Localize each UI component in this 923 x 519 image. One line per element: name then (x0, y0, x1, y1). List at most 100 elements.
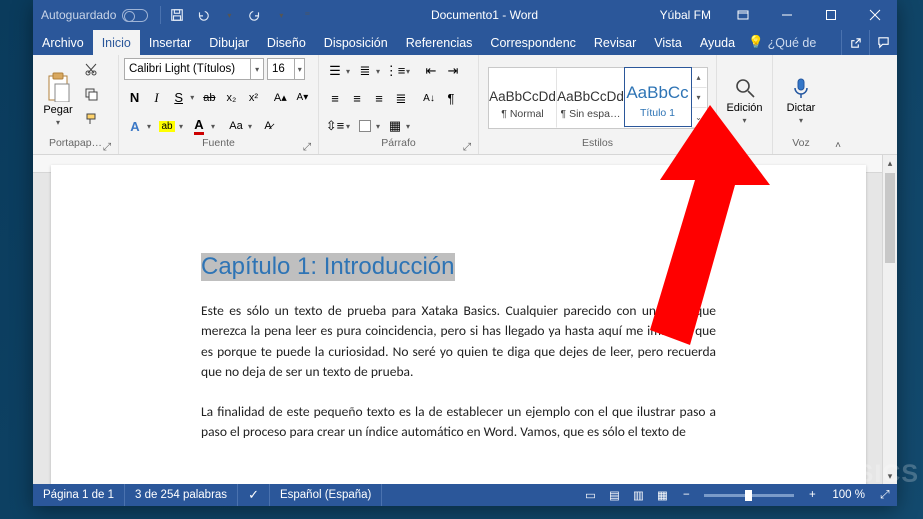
font-size-input[interactable] (268, 59, 294, 79)
document-page[interactable]: Capítulo 1: Introducción Este es sólo un… (51, 165, 866, 484)
undo-dropdown[interactable]: ▾ (217, 1, 241, 29)
font-size-combo[interactable]: ▾ (267, 58, 305, 80)
qat-customize[interactable]: ▾ (269, 1, 293, 29)
gallery-down-button[interactable]: ▾ (691, 88, 707, 108)
clear-formatting-button[interactable]: A̷ (257, 115, 279, 137)
tab-archivo[interactable]: Archivo (33, 30, 93, 55)
language-button[interactable]: Español (España) (270, 484, 382, 506)
highlight-button[interactable]: ab (156, 115, 178, 137)
collapse-ribbon-button[interactable]: ˄ (834, 139, 842, 152)
bold-button[interactable]: N (124, 87, 145, 109)
font-launcher[interactable]: ⤢ (301, 141, 313, 153)
undo-button[interactable] (191, 1, 215, 29)
page-info[interactable]: Página 1 de 1 (33, 484, 125, 506)
multilevel-button[interactable]: ⋮≡ (384, 60, 406, 82)
style-titulo-1[interactable]: AaBbCc Título 1 (624, 67, 692, 127)
align-center-button[interactable]: ≡ (346, 88, 368, 110)
bullets-button[interactable]: ☰ (324, 60, 346, 82)
tab-ayuda[interactable]: Ayuda (691, 30, 744, 55)
tell-me-text: ¿Qué de (768, 36, 817, 50)
borders-button[interactable]: ▦ (384, 115, 406, 137)
align-right-button[interactable]: ≡ (368, 88, 390, 110)
paragraph-launcher[interactable]: ⤢ (461, 141, 473, 153)
maximize-button[interactable] (809, 0, 853, 30)
minimize-button[interactable] (765, 0, 809, 30)
font-family-combo[interactable]: ▾ (124, 58, 264, 80)
tab-referencias[interactable]: Referencias (397, 30, 482, 55)
font-family-input[interactable] (125, 59, 250, 79)
shrink-font-button[interactable]: A▾ (292, 87, 313, 109)
grow-font-button[interactable]: A▴ (270, 87, 291, 109)
share-button[interactable] (841, 30, 869, 55)
format-painter-button[interactable] (80, 108, 102, 130)
style-name: ¶ Normal (501, 108, 543, 120)
scroll-thumb[interactable] (885, 173, 895, 263)
web-layout-button[interactable]: ▦ (650, 484, 674, 506)
body-paragraph[interactable]: Este es sólo un texto de prueba para Xat… (201, 301, 716, 382)
shading-button[interactable] (354, 115, 376, 137)
ribbon-display-button[interactable] (721, 0, 765, 30)
styles-launcher[interactable]: ⤢ (699, 141, 711, 153)
zoom-out-button[interactable]: − (674, 484, 698, 506)
italic-button[interactable]: I (146, 87, 167, 109)
style-normal[interactable]: AaBbCcDd ¶ Normal (489, 68, 557, 128)
qat-overflow[interactable]: ⁼ (295, 1, 319, 29)
gallery-up-button[interactable]: ▴ (691, 68, 707, 88)
font-color-button[interactable]: A (188, 115, 210, 137)
superscript-button[interactable]: x² (243, 87, 264, 109)
decrease-indent-button[interactable]: ⇤ (420, 60, 442, 82)
body-paragraph[interactable]: La finalidad de este pequeño texto es la… (201, 402, 716, 443)
paste-button[interactable]: Pegar ▾ (38, 58, 78, 137)
editing-button[interactable]: Edición ▾ (722, 58, 767, 137)
tab-dibujar[interactable]: Dibujar (200, 30, 258, 55)
dictate-button[interactable]: Dictar ▾ (778, 58, 824, 137)
read-mode-button[interactable]: ▤ (602, 484, 626, 506)
vertical-scrollbar[interactable]: ▴ ▾ (882, 155, 897, 484)
style-sin-espaciado[interactable]: AaBbCcDd ¶ Sin espa… (557, 68, 625, 128)
tab-diseno[interactable]: Diseño (258, 30, 315, 55)
autosave-toggle[interactable]: Autoguardado (33, 8, 156, 22)
tab-disposicion[interactable]: Disposición (315, 30, 397, 55)
gallery-more-button[interactable]: ⌄ (691, 108, 707, 128)
zoom-level[interactable]: 100 % (824, 489, 873, 501)
word-count[interactable]: 3 de 254 palabras (125, 484, 238, 506)
save-button[interactable] (165, 1, 189, 29)
scroll-up-button[interactable]: ▴ (883, 155, 897, 171)
tab-revisar[interactable]: Revisar (585, 30, 645, 55)
cut-button[interactable] (80, 58, 102, 80)
numbering-button[interactable]: ≣ (354, 60, 376, 82)
copy-button[interactable] (80, 83, 102, 105)
spellcheck-button[interactable]: ✓ (238, 484, 270, 506)
strikethrough-button[interactable]: ab (199, 87, 220, 109)
title-bar: Autoguardado ▾ ▾ ⁼ Documento1 - Word Yúb… (33, 0, 897, 30)
tab-correspondencia[interactable]: Correspondenc (481, 30, 584, 55)
chevron-down-icon[interactable]: ▾ (294, 59, 304, 79)
align-left-button[interactable]: ≡ (324, 88, 346, 110)
tab-insertar[interactable]: Insertar (140, 30, 200, 55)
redo-button[interactable] (243, 1, 267, 29)
justify-button[interactable]: ≣ (390, 88, 412, 110)
show-marks-button[interactable]: ¶ (440, 88, 462, 110)
user-name[interactable]: Yúbal FM (650, 8, 721, 22)
underline-button[interactable]: S (168, 87, 189, 109)
comments-button[interactable] (869, 30, 897, 55)
style-name: Título 1 (640, 107, 675, 119)
tab-vista[interactable]: Vista (645, 30, 691, 55)
increase-indent-button[interactable]: ⇥ (442, 60, 464, 82)
tab-inicio[interactable]: Inicio (93, 30, 140, 55)
subscript-button[interactable]: x₂ (221, 87, 242, 109)
zoom-slider[interactable] (704, 494, 794, 497)
clipboard-launcher[interactable]: ⤢ (101, 141, 113, 153)
tell-me-search[interactable]: 💡 ¿Qué de (744, 30, 820, 55)
print-layout-button[interactable]: ▥ (626, 484, 650, 506)
sort-button[interactable]: A↓ (418, 88, 440, 110)
focus-mode-button[interactable]: ▭ (578, 484, 602, 506)
change-case-button[interactable]: Aa (225, 115, 247, 137)
quick-access-toolbar: ▾ ▾ ⁼ (165, 1, 319, 29)
close-button[interactable] (853, 0, 897, 30)
heading-1[interactable]: Capítulo 1: Introducción (201, 253, 455, 281)
text-effects-button[interactable]: A (124, 115, 146, 137)
chevron-down-icon[interactable]: ▾ (250, 59, 263, 79)
group-voice: Dictar ▾ Voz (773, 55, 829, 154)
line-spacing-button[interactable]: ⇳≡ (324, 115, 346, 137)
